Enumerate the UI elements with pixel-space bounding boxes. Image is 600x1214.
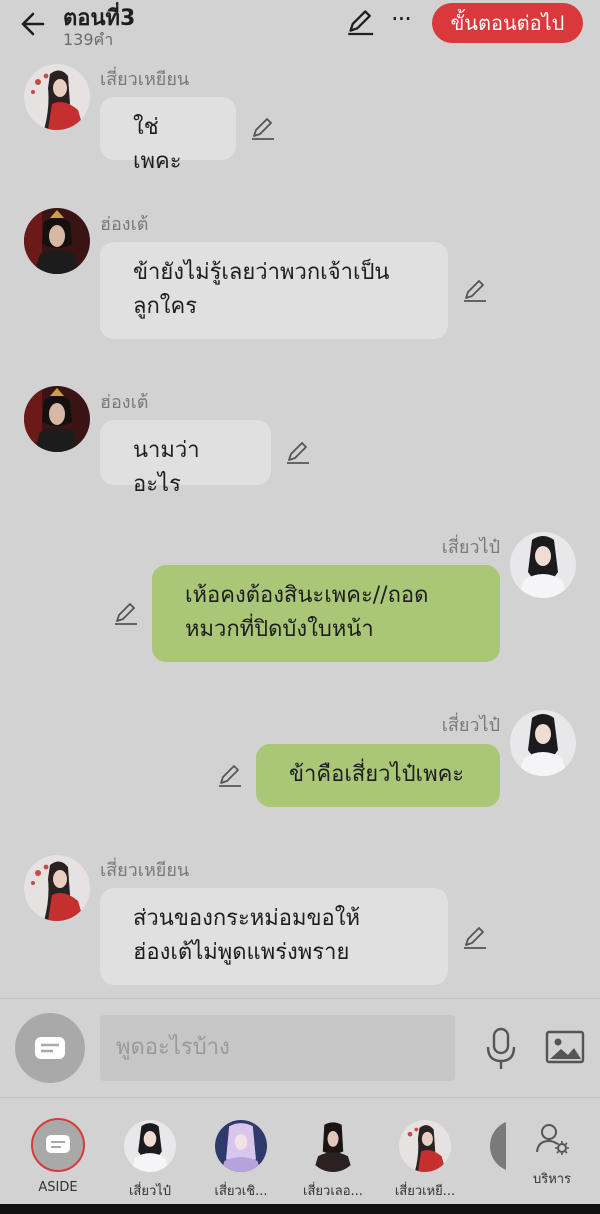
character-label: ASIDE: [38, 1180, 78, 1195]
character-bar: ASIDE เสี่ยวไป๋ เสี่ยวเชิ... เสี่ยวเลอ..…: [0, 1097, 600, 1204]
aside-toggle-button[interactable]: [15, 1013, 85, 1083]
avatar: [307, 1120, 359, 1172]
system-nav-strip: [0, 1204, 600, 1214]
speaker-name: เสี่ยวไป๋: [441, 715, 500, 736]
speaker-name: ฮ่องเต้: [100, 392, 149, 413]
character-xiaoyan[interactable]: เสี่ยวเหยี...: [385, 1098, 465, 1204]
top-bar: ตอนที่3 139คำ ··· ขั้นตอนต่อไป: [0, 0, 600, 56]
speaker-name: เสี่ยวเหยียน: [100, 860, 190, 881]
message-bubble[interactable]: ส่วนของกระหม่อมขอให้ ฮ่องเต้ไม่พูดแพร่งพ…: [100, 888, 448, 985]
character-label: เสี่ยวไป๋: [128, 1184, 172, 1199]
avatar-emperor[interactable]: [24, 386, 90, 452]
avatar-emperor[interactable]: [24, 208, 90, 274]
edit-message-icon[interactable]: [462, 278, 488, 304]
input-bar: พูดอะไรบ้าง: [0, 998, 600, 1097]
speaker-name: เสี่ยวไป๋: [441, 537, 500, 558]
edit-message-icon[interactable]: [285, 440, 311, 466]
speaker-name: เสี่ยวเหยียน: [100, 69, 190, 90]
more-options-icon[interactable]: ···: [386, 4, 416, 34]
image-icon[interactable]: [545, 1029, 585, 1067]
message-bubble[interactable]: ข้าคือเสี่ยวไป๋เพคะ: [256, 744, 500, 807]
character-label: เสี่ยวเชิ...: [214, 1184, 268, 1199]
aside-icon: [31, 1118, 85, 1172]
message-bubble[interactable]: นามว่าอะไร: [100, 420, 271, 497]
manage-user-icon: [536, 1124, 569, 1155]
manage-characters-button[interactable]: บริหาร: [512, 1098, 594, 1204]
avatar: [399, 1120, 451, 1172]
message-bubble[interactable]: เห้อคงต้องสินะเพคะ//ถอด หมวกที่ปิดบังใบห…: [152, 565, 500, 662]
avatar: [215, 1120, 267, 1172]
character-xiaole[interactable]: เสี่ยวเลอ...: [293, 1098, 373, 1204]
character-label: เสี่ยวเลอ...: [303, 1184, 363, 1199]
avatar-xiaoyan[interactable]: [24, 64, 90, 130]
word-count: 139คำ: [63, 30, 114, 49]
next-step-button[interactable]: ขั้นตอนต่อไป: [432, 3, 583, 43]
edit-message-icon[interactable]: [462, 925, 488, 951]
edit-title-icon[interactable]: [346, 8, 374, 36]
avatar-xiaoyan[interactable]: [24, 855, 90, 921]
chat-bubble-icon: [35, 1037, 65, 1059]
character-label: เสี่ยวเหยี...: [394, 1184, 456, 1199]
manage-label: บริหาร: [532, 1172, 572, 1187]
speaker-name: ฮ่องเต้: [100, 214, 149, 235]
edit-message-icon[interactable]: [250, 116, 276, 142]
avatar-xiaobai[interactable]: [510, 532, 576, 598]
message-bubble[interactable]: ใช่เพคะ: [100, 97, 236, 174]
character-xiaobai[interactable]: เสี่ยวไป๋: [110, 1098, 190, 1204]
edit-message-icon[interactable]: [113, 601, 139, 627]
back-arrow-icon[interactable]: [16, 6, 52, 42]
avatar-xiaobai[interactable]: [510, 710, 576, 776]
character-partial[interactable]: [476, 1098, 506, 1204]
avatar: [124, 1120, 176, 1172]
message-input[interactable]: พูดอะไรบ้าง: [100, 1015, 455, 1081]
character-xiaochen[interactable]: เสี่ยวเชิ...: [201, 1098, 281, 1204]
avatar: [490, 1120, 506, 1172]
microphone-icon[interactable]: [483, 1027, 519, 1071]
message-bubble[interactable]: ข้ายังไม่รู้เลยว่าพวกเจ้าเป็น ลูกใคร: [100, 242, 448, 339]
edit-message-icon[interactable]: [217, 763, 243, 789]
character-aside[interactable]: ASIDE: [18, 1098, 98, 1204]
